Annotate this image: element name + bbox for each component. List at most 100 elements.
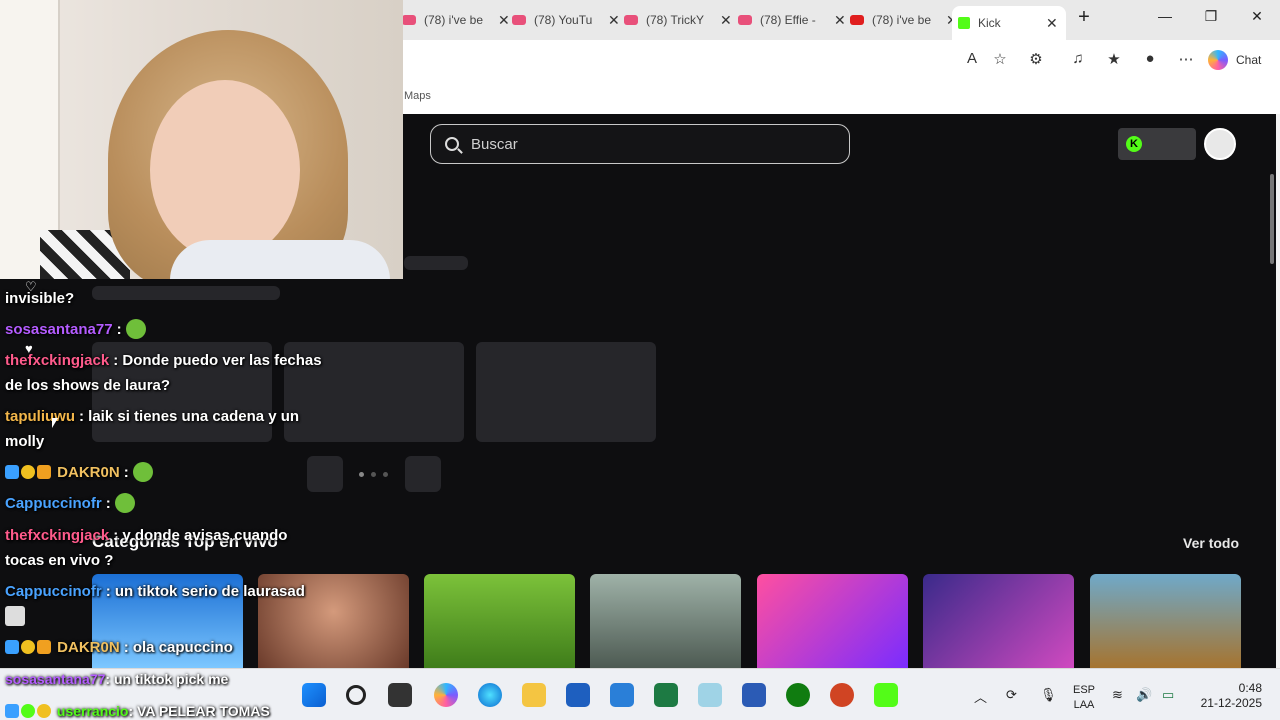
clock[interactable]: 0:48 21-12-2025 bbox=[1198, 681, 1262, 711]
read-aloud-icon[interactable]: A bbox=[960, 50, 984, 67]
task-view-icon[interactable] bbox=[388, 683, 412, 707]
minimize-button[interactable]: — bbox=[1150, 8, 1180, 24]
tray-overflow-icon[interactable]: ︿ bbox=[974, 687, 987, 706]
keyboard-layout: LAA bbox=[1073, 699, 1095, 711]
pepe-emote-icon bbox=[114, 493, 135, 513]
badge-icon bbox=[37, 640, 51, 654]
tab-4[interactable]: (78) Effie - ✕ bbox=[732, 6, 846, 34]
kick-button[interactable]: K bbox=[1118, 128, 1196, 160]
avatar[interactable] bbox=[1204, 128, 1236, 160]
screen: (78) i've be ✕ (78) YouTu ✕ (78) TrickY … bbox=[0, 0, 1280, 720]
chat-message: sosasantana77: un tiktok pick me bbox=[5, 671, 229, 687]
mouse-cursor-icon bbox=[52, 418, 58, 428]
restore-button[interactable]: ❐ bbox=[1196, 8, 1226, 25]
tab-3[interactable]: (78) TrickY ✕ bbox=[618, 6, 732, 34]
chat-username[interactable]: userrancio bbox=[57, 703, 129, 719]
chat-message: Cappuccinofr: un tiktok serio de laurasa… bbox=[5, 579, 325, 629]
app-icon[interactable] bbox=[698, 683, 722, 707]
tab-title: Kick bbox=[978, 16, 1001, 30]
tab-title: (78) i've be bbox=[872, 13, 931, 27]
scrollbar[interactable] bbox=[1270, 174, 1274, 264]
youtube-icon bbox=[850, 15, 864, 25]
badge-icon bbox=[21, 640, 35, 654]
tab-2[interactable]: (78) YouTu ✕ bbox=[506, 6, 620, 34]
store-icon[interactable] bbox=[566, 683, 590, 707]
chat-username[interactable]: DAKR0N bbox=[57, 639, 120, 656]
chat-message: thefxckingjack: Donde puedo ver las fech… bbox=[5, 352, 322, 394]
chat-username[interactable]: tapuliuwu bbox=[5, 408, 75, 425]
extensions-icon[interactable]: ⚙ bbox=[1024, 50, 1048, 68]
tab-1[interactable]: (78) i've be ✕ bbox=[396, 6, 510, 34]
webcam-overlay bbox=[0, 0, 403, 279]
microphone-icon[interactable]: 🎙 bbox=[1040, 687, 1057, 703]
category-card[interactable] bbox=[757, 574, 908, 668]
category-card[interactable] bbox=[424, 574, 575, 668]
close-window-button[interactable]: ✕ bbox=[1242, 8, 1272, 25]
clock-date: 21-12-2025 bbox=[1200, 696, 1262, 710]
chat-username[interactable]: sosasantana77 bbox=[5, 671, 105, 687]
tab-title: (78) i've be bbox=[424, 13, 483, 27]
category-card[interactable] bbox=[923, 574, 1074, 668]
battery-icon[interactable]: ▭ bbox=[1162, 687, 1174, 703]
chat-username[interactable]: thefxckingjack bbox=[5, 527, 109, 544]
chat-username[interactable]: DAKR0N bbox=[57, 464, 120, 481]
powerpoint-icon[interactable] bbox=[830, 683, 854, 707]
category-card[interactable] bbox=[590, 574, 741, 668]
youtube-icon bbox=[512, 15, 526, 25]
word-icon[interactable] bbox=[742, 683, 766, 707]
language-code: ESP bbox=[1072, 684, 1095, 696]
mail-icon[interactable] bbox=[610, 683, 634, 707]
language-indicator[interactable]: ESP LAA bbox=[1070, 683, 1098, 713]
chat-username[interactable]: sosasantana77 bbox=[5, 321, 113, 338]
sync-icon[interactable]: ⟳ bbox=[1006, 687, 1017, 703]
excel-icon[interactable] bbox=[654, 683, 678, 707]
carousel-next-button[interactable] bbox=[405, 456, 441, 492]
close-icon[interactable]: ✕ bbox=[720, 12, 732, 29]
search-box[interactable] bbox=[430, 124, 850, 164]
search-input[interactable] bbox=[471, 135, 811, 153]
volume-icon[interactable]: 🔊 bbox=[1136, 687, 1152, 703]
badge-icon bbox=[5, 704, 19, 718]
search-icon[interactable] bbox=[346, 685, 366, 705]
more-options-icon[interactable]: ⋯ bbox=[1174, 50, 1198, 68]
tab-title: (78) Effie - bbox=[760, 13, 816, 27]
chat-username[interactable]: Cappuccinofr bbox=[5, 583, 102, 600]
edge-icon[interactable] bbox=[478, 683, 502, 707]
badge-icon bbox=[21, 465, 35, 479]
file-explorer-icon[interactable] bbox=[522, 683, 546, 707]
wifi-icon[interactable]: ≋ bbox=[1112, 687, 1123, 703]
copilot-chat-button[interactable]: Chat bbox=[1208, 49, 1261, 71]
tab-title: (78) YouTu bbox=[534, 13, 593, 27]
kick-logo-icon: K bbox=[1126, 136, 1142, 152]
xbox-icon[interactable] bbox=[786, 683, 810, 707]
tab-5[interactable]: (78) i've be ✕ bbox=[844, 6, 958, 34]
copilot-icon[interactable] bbox=[434, 683, 458, 707]
chat-username[interactable]: thefxckingjack bbox=[5, 352, 109, 369]
chat-message: thefxckingjack: y donde avisas cuando to… bbox=[5, 527, 288, 569]
kick-app-icon[interactable] bbox=[874, 683, 898, 707]
new-tab-button[interactable]: + bbox=[1069, 6, 1099, 29]
see-all-link[interactable]: Ver todo bbox=[1183, 535, 1239, 551]
profile-icon[interactable]: ● bbox=[1138, 50, 1162, 67]
kick-icon bbox=[958, 17, 970, 29]
badge-icon bbox=[5, 640, 19, 654]
carousel-dot[interactable] bbox=[383, 472, 388, 477]
skeleton-bar bbox=[404, 256, 468, 270]
chat-message: DAKR0N: bbox=[5, 460, 325, 485]
close-icon[interactable]: ✕ bbox=[1046, 15, 1058, 32]
favorite-star-icon[interactable]: ☆ bbox=[988, 50, 1012, 68]
start-icon[interactable] bbox=[302, 683, 326, 707]
chat-message: sosasantana77: bbox=[5, 317, 325, 342]
youtube-icon bbox=[624, 15, 638, 25]
favorites-icon[interactable]: ★ bbox=[1102, 50, 1126, 68]
chat-message: invisible? bbox=[5, 290, 75, 307]
category-card[interactable] bbox=[1090, 574, 1241, 668]
skeleton-card bbox=[476, 342, 656, 442]
carousel-dot[interactable] bbox=[359, 472, 364, 477]
chat-username[interactable]: Cappuccinofr bbox=[5, 495, 102, 512]
media-icon[interactable]: ♫ bbox=[1066, 50, 1090, 67]
bookmark-maps[interactable]: Maps bbox=[404, 90, 431, 102]
carousel-dot[interactable] bbox=[371, 472, 376, 477]
tab-kick[interactable]: Kick ✕ bbox=[952, 6, 1066, 40]
chat-message: Cappuccinofr: bbox=[5, 491, 325, 516]
